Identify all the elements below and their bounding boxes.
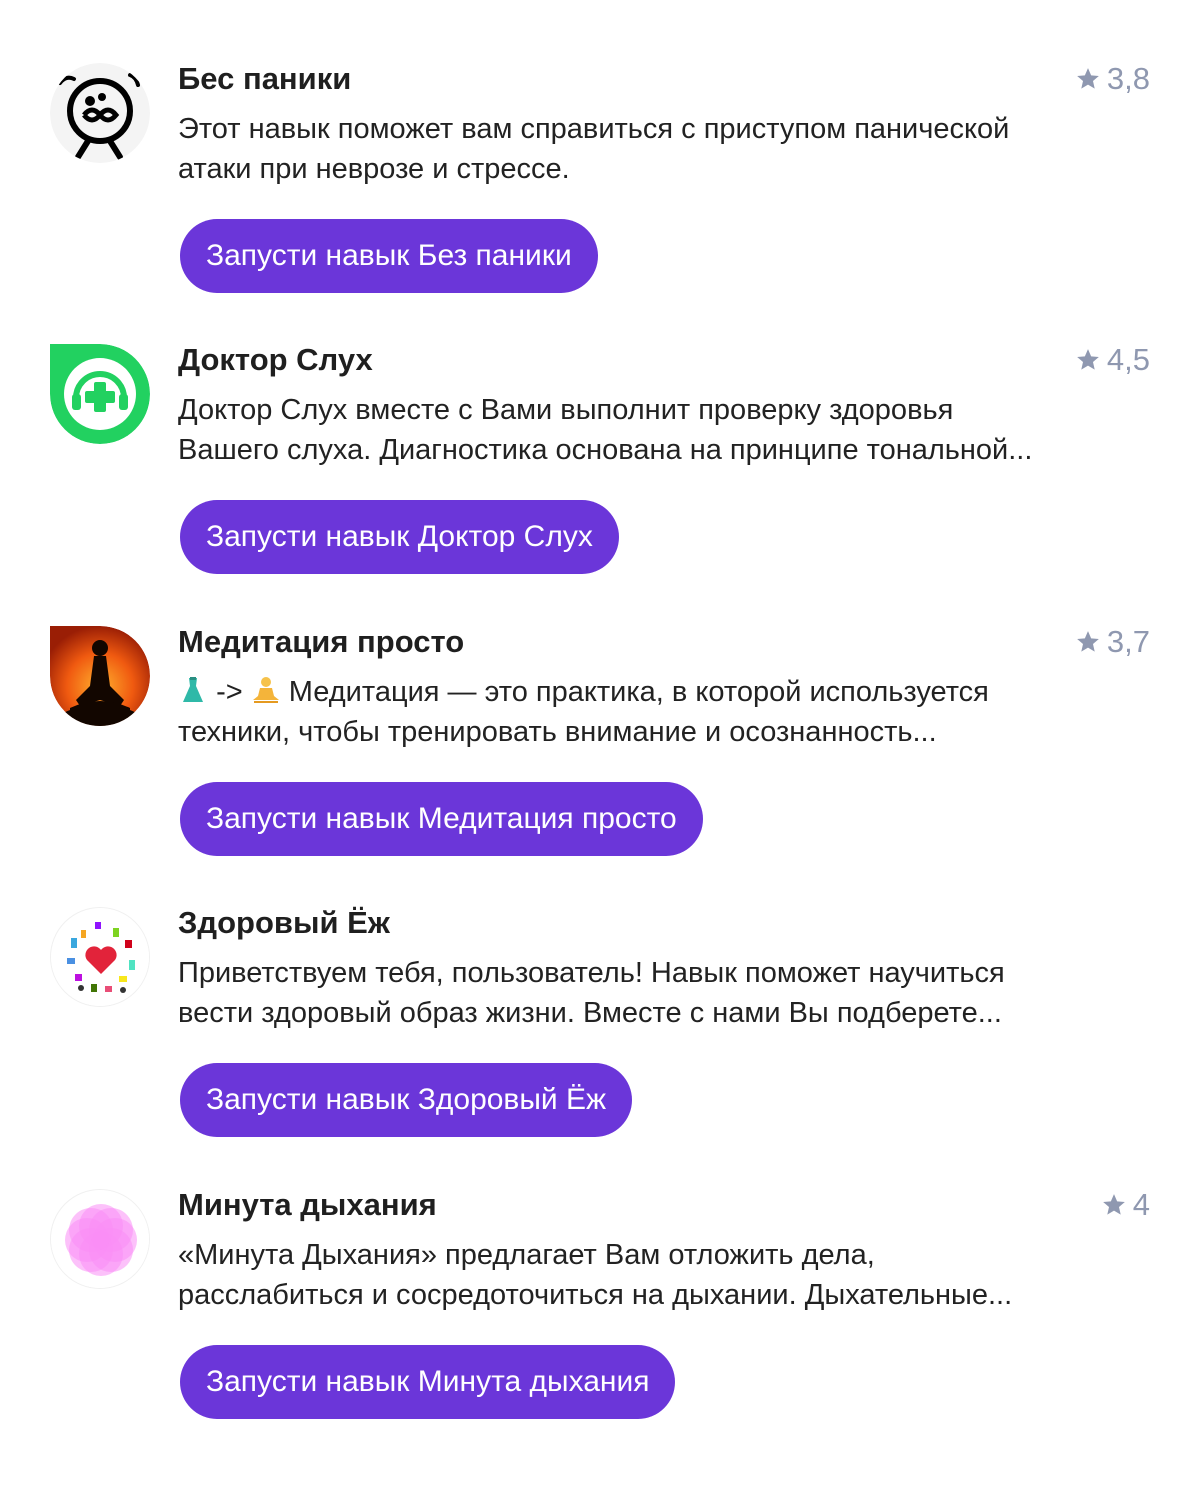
- panic-face-icon[interactable]: [50, 63, 150, 163]
- skill-card: Здоровый Ёж Приветствуем тебя, пользоват…: [0, 905, 1200, 1167]
- description-line: расслабиться и сосредоточиться на дыхани…: [178, 1279, 1013, 1311]
- meditation-silhouette-icon[interactable]: [50, 626, 150, 726]
- skill-description: Доктор Слух вместе с Вами выполнит прове…: [178, 390, 1138, 470]
- description-line: атаки при неврозе и стрессе.: [178, 153, 570, 185]
- star-icon: [1077, 68, 1099, 89]
- launch-skill-button[interactable]: Запусти навык Медитация просто: [180, 782, 703, 856]
- skill-title[interactable]: Здоровый Ёж: [178, 903, 390, 943]
- skill-rating: 3,8: [1075, 59, 1150, 99]
- description-line: «Минута Дыхания» предлагает Вам отложить…: [178, 1239, 875, 1271]
- skill-title[interactable]: Бес паники: [178, 59, 351, 99]
- launch-skill-button[interactable]: Запусти навык Здоровый Ёж: [180, 1063, 633, 1137]
- skill-card: Бес паники 3,8 Этот навык поможет вам сп…: [0, 61, 1200, 323]
- skill-description: «Минута Дыхания» предлагает Вам отложить…: [178, 1235, 1138, 1315]
- skill-card: Медитация просто 3,7 -> Медитация — это …: [0, 624, 1200, 886]
- skill-rating: 4,5: [1075, 340, 1150, 380]
- description-line: Этот навык поможет вам справиться с прис…: [178, 113, 1010, 145]
- dress-emoji: [183, 677, 203, 702]
- launch-skill-button[interactable]: Запусти навык Без паники: [180, 219, 598, 293]
- lotus-position-emoji: [252, 677, 279, 703]
- rating-value: 3,7: [1106, 624, 1150, 659]
- star-icon: [1077, 631, 1099, 652]
- description-line: техники, чтобы тренировать внимание и ос…: [178, 716, 937, 748]
- skill-title[interactable]: Медитация просто: [178, 622, 464, 662]
- skill-card: Доктор Слух 4,5 Доктор Слух вместе с Вам…: [0, 342, 1200, 604]
- skill-description: Приветствуем тебя, пользователь! Навык п…: [178, 953, 1138, 1033]
- description-line: Приветствуем тебя, пользователь! Навык п…: [178, 957, 1005, 989]
- launch-skill-button[interactable]: Запусти навык Доктор Слух: [180, 500, 619, 574]
- headphones-cross-icon[interactable]: [50, 344, 150, 444]
- skill-card: Минута дыхания 4 «Минута Дыхания» предла…: [0, 1187, 1200, 1449]
- skill-description: Этот навык поможет вам справиться с прис…: [178, 109, 1138, 189]
- description-line: Доктор Слух вместе с Вами выполнит прове…: [178, 394, 954, 426]
- rating-value: 3,8: [1106, 61, 1150, 96]
- skill-title[interactable]: Доктор Слух: [178, 340, 373, 380]
- launch-skill-button[interactable]: Запусти навык Минута дыхания: [180, 1345, 676, 1419]
- skill-rating: 3,7: [1075, 622, 1150, 662]
- skill-rating: 4: [1101, 1185, 1150, 1225]
- description-line: Вашего слуха. Диагностика основана на пр…: [178, 434, 1033, 466]
- star-icon: [1102, 1194, 1125, 1215]
- rating-value: 4,5: [1106, 342, 1150, 377]
- skill-description: -> Медитация — это практика, в которой и…: [178, 672, 1138, 752]
- skill-title[interactable]: Минута дыхания: [178, 1185, 437, 1225]
- star-icon: [1077, 349, 1099, 370]
- breathing-flower-icon[interactable]: [50, 1189, 150, 1289]
- description-line: вести здоровый образ жизни. Вместе с нам…: [178, 997, 1002, 1029]
- description-text: Медитация — это практика, в которой испо…: [280, 676, 989, 708]
- description-line: -> Медитация — это практика, в которой и…: [178, 672, 1138, 712]
- description-arrow: ->: [216, 676, 243, 708]
- rating-value: 4: [1132, 1187, 1150, 1222]
- healthy-heart-collage-icon[interactable]: [50, 907, 150, 1007]
